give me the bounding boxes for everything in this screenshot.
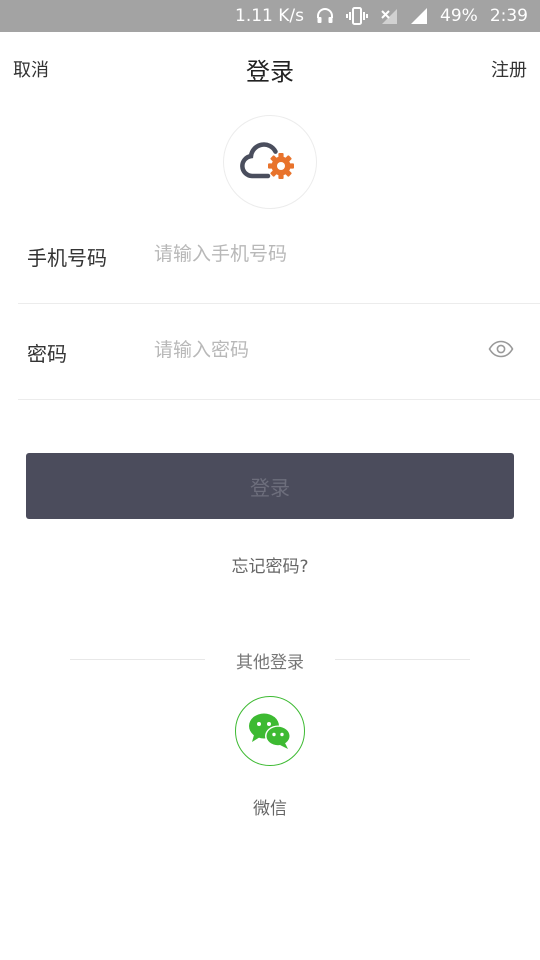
other-login-divider: 其他登录 — [70, 648, 470, 673]
register-button[interactable]: 注册 — [491, 56, 527, 82]
vibrate-icon — [346, 7, 369, 25]
mobile-data-off-icon — [380, 7, 398, 25]
battery-percent: 49% — [440, 6, 478, 26]
wechat-login-button[interactable] — [235, 696, 305, 766]
network-speed: 1.11 K/s — [235, 6, 305, 26]
page-title: 登录 — [246, 58, 294, 86]
forgot-password-link[interactable]: 忘记密码? — [0, 552, 540, 577]
wechat-icon — [249, 713, 291, 749]
password-row: 密码 — [18, 304, 540, 400]
eye-icon[interactable] — [488, 340, 514, 362]
login-button[interactable]: 登录 — [26, 453, 514, 519]
phone-row: 手机号码 — [18, 208, 540, 304]
cloud-gear-logo-icon — [240, 142, 294, 179]
status-bar: 1.11 K/s 49% 2:39 — [0, 0, 540, 32]
app-logo — [223, 115, 317, 209]
signal-icon — [410, 7, 428, 25]
clock: 2:39 — [489, 6, 528, 26]
wechat-login-label: 微信 — [253, 799, 287, 819]
headphones-icon — [316, 7, 334, 25]
divider-line-right — [335, 659, 470, 660]
phone-label: 手机号码 — [27, 246, 107, 270]
password-input[interactable] — [154, 332, 474, 368]
phone-input[interactable] — [154, 236, 474, 272]
password-label: 密码 — [27, 342, 67, 366]
top-bar: 取消 登录 注册 — [0, 32, 540, 104]
other-login-title: 其他登录 — [236, 653, 304, 673]
